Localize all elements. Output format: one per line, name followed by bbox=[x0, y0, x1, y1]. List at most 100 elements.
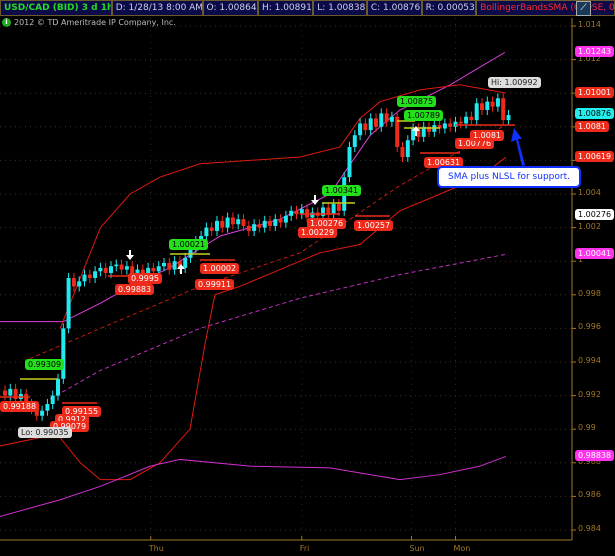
axis-price-label: 0.98838 bbox=[575, 450, 615, 462]
candle bbox=[130, 266, 135, 273]
candle bbox=[225, 217, 230, 228]
down-arrow-icon bbox=[126, 250, 134, 260]
y-tick-label: 0.994 bbox=[578, 356, 601, 365]
candle bbox=[209, 227, 214, 231]
callout-note: SMA plus NLSL for support. bbox=[437, 166, 581, 188]
candle bbox=[156, 266, 161, 272]
candle bbox=[61, 328, 66, 379]
y-tick-label: 1.002 bbox=[578, 221, 601, 231]
x-tick-label: Mon bbox=[453, 544, 471, 553]
price-annotation: 1.00789 bbox=[404, 110, 444, 121]
axis-price-label: 1.01001 bbox=[575, 87, 615, 99]
candle bbox=[124, 266, 129, 270]
candle bbox=[172, 261, 177, 270]
candle bbox=[278, 219, 283, 223]
price-annotation: 1.0081 bbox=[470, 130, 504, 141]
candle bbox=[8, 388, 13, 396]
candle bbox=[506, 115, 511, 121]
candle bbox=[268, 220, 272, 226]
candle bbox=[162, 262, 166, 267]
price-annotation: 0.99309 bbox=[25, 359, 65, 370]
candle bbox=[379, 113, 384, 127]
candle bbox=[405, 140, 410, 158]
price-annotation: 1.00875 bbox=[397, 96, 437, 107]
candle bbox=[400, 146, 405, 158]
candle bbox=[87, 274, 92, 278]
candle bbox=[464, 116, 469, 124]
candle bbox=[262, 220, 267, 228]
candle bbox=[469, 116, 474, 121]
candle bbox=[331, 204, 336, 215]
candle bbox=[215, 220, 219, 231]
price-annotation: 1.00021 bbox=[169, 239, 209, 250]
price-annotation: Hi: 1.00992 bbox=[488, 77, 541, 88]
y-tick-label: 1.014 bbox=[578, 20, 601, 29]
candle bbox=[442, 123, 447, 129]
candle bbox=[246, 225, 251, 231]
axis-price-label: 1.01243 bbox=[575, 46, 615, 58]
candle bbox=[45, 404, 50, 411]
candle bbox=[204, 227, 209, 236]
candle bbox=[82, 274, 87, 282]
candle bbox=[289, 210, 294, 216]
candle bbox=[3, 390, 7, 396]
candle bbox=[98, 267, 103, 272]
x-tick-label: Thu bbox=[148, 544, 164, 553]
candle bbox=[71, 278, 76, 287]
candle bbox=[183, 257, 188, 268]
y-tick-label: 0.984 bbox=[578, 524, 601, 533]
candle bbox=[109, 266, 113, 273]
y-tick-label: 0.998 bbox=[578, 288, 601, 298]
candle bbox=[485, 101, 490, 110]
candle bbox=[114, 264, 119, 267]
candle bbox=[40, 410, 45, 416]
candle bbox=[66, 278, 71, 329]
candle bbox=[294, 210, 299, 215]
candle bbox=[458, 121, 463, 124]
candle bbox=[490, 101, 495, 107]
candle bbox=[384, 113, 389, 122]
price-annotation: 0.99911 bbox=[195, 279, 235, 290]
candle bbox=[77, 281, 82, 287]
candle bbox=[368, 118, 373, 131]
axis-price-label: 1.00276 bbox=[575, 208, 615, 220]
price-annotation: 1.00276 bbox=[307, 218, 347, 229]
candle bbox=[220, 220, 225, 228]
price-annotation: 0.9995 bbox=[128, 273, 162, 284]
price-annotation: 0.99188 bbox=[0, 401, 40, 412]
price-annotation: 0.99883 bbox=[115, 284, 155, 295]
candle bbox=[241, 219, 246, 226]
y-tick-label: 0.986 bbox=[578, 490, 601, 500]
candle bbox=[347, 146, 352, 178]
y-tick-label: 0.992 bbox=[578, 389, 601, 399]
candle bbox=[336, 204, 341, 211]
candle bbox=[119, 264, 124, 270]
candle bbox=[283, 215, 288, 223]
y-tick-label: 1.004 bbox=[578, 188, 601, 197]
candle bbox=[151, 267, 156, 272]
series-bottom-line bbox=[0, 455, 507, 517]
x-tick-label: Sun bbox=[409, 544, 425, 553]
candle bbox=[103, 267, 108, 273]
candle bbox=[310, 212, 315, 218]
axis-price-label: 1.0081 bbox=[575, 120, 609, 132]
candle bbox=[326, 207, 331, 215]
candle bbox=[252, 224, 257, 231]
price-annotation: 1.00257 bbox=[354, 220, 394, 231]
candle bbox=[363, 123, 368, 131]
candle bbox=[167, 262, 172, 270]
candle bbox=[273, 219, 278, 226]
candle bbox=[501, 98, 506, 121]
candle bbox=[50, 395, 55, 404]
candle bbox=[230, 217, 235, 225]
candle bbox=[374, 118, 378, 127]
candle bbox=[448, 123, 453, 127]
axis-price-label: 1.00876 bbox=[575, 108, 615, 120]
y-tick-label: 0.996 bbox=[578, 322, 601, 332]
axis-price-label: 1.00619 bbox=[575, 151, 615, 163]
candle bbox=[257, 224, 262, 228]
y-tick-label: 0.99 bbox=[578, 423, 596, 433]
axis-price-label: 1.00041 bbox=[575, 248, 615, 260]
candle bbox=[480, 103, 484, 110]
candle bbox=[56, 378, 60, 396]
